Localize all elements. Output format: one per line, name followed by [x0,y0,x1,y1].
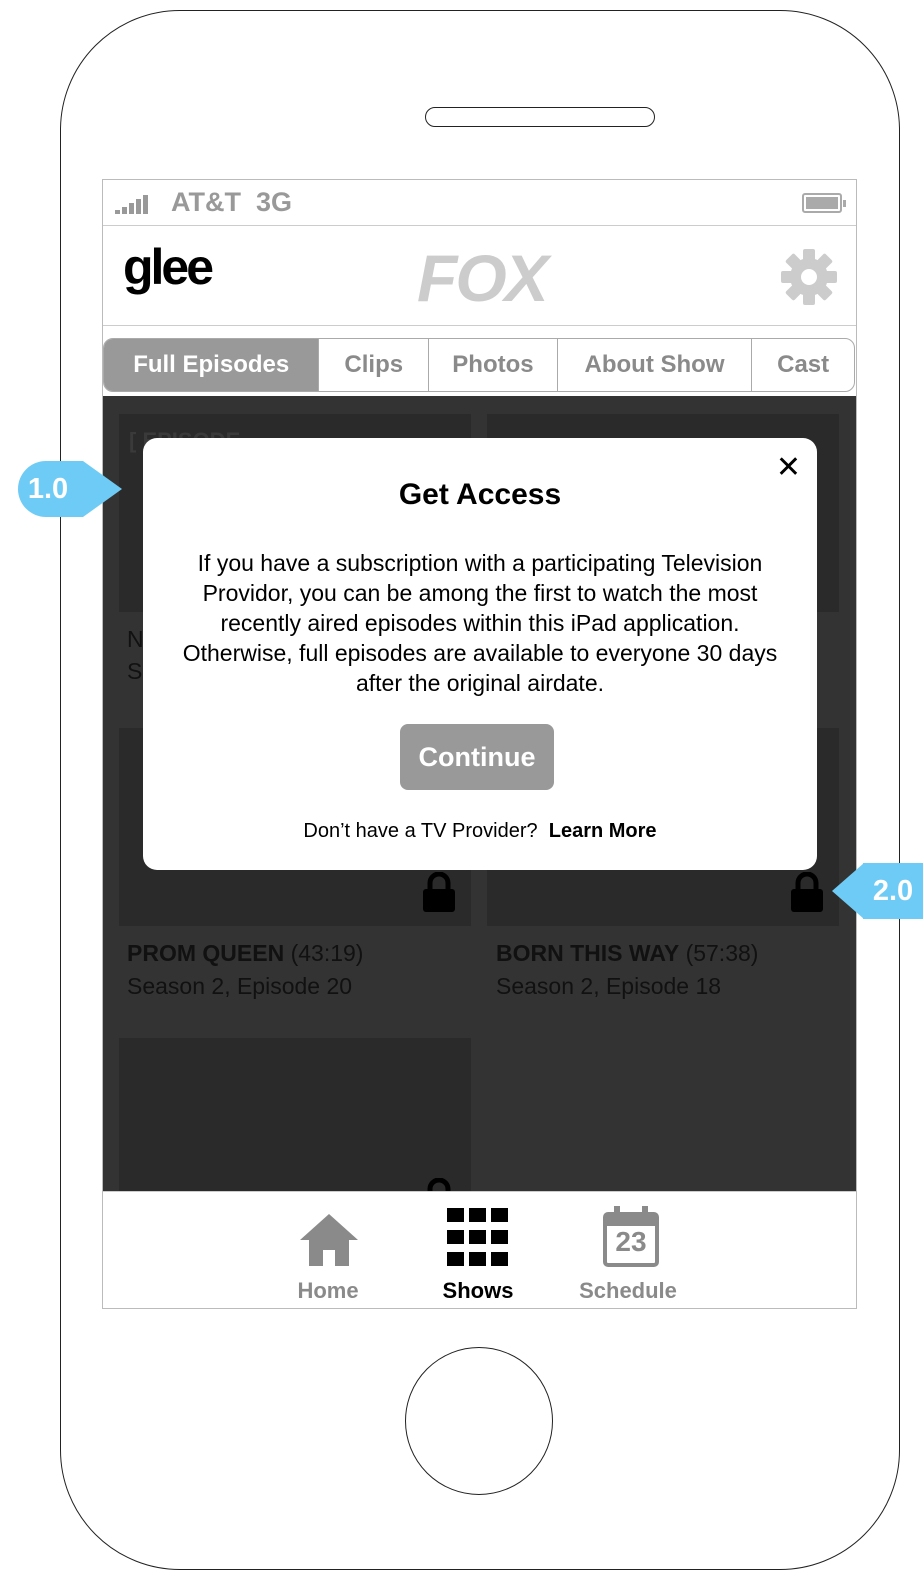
continue-button[interactable]: Continue [400,724,554,790]
get-access-modal: ✕ Get Access If you have a subscription … [143,438,817,870]
footer-prompt: Don’t have a TV Provider? [303,820,538,842]
signal-icon [115,194,148,214]
nav-schedule-label: Schedule [579,1278,677,1303]
show-logo: glee [123,239,214,295]
phone-home-button[interactable] [405,1347,553,1495]
callout-badge: 2.0 [863,863,923,919]
tab-cast[interactable]: Cast [752,339,854,391]
app-header: glee FOX [103,226,856,326]
nav-home-label: Home [297,1278,359,1303]
network-logo: FOX [417,241,549,315]
lock-icon [423,872,455,912]
bottom-tab-bar: Home Shows 23 Schedule [103,1191,856,1308]
modal-footer: Don’t have a TV Provider? Learn More [143,820,817,843]
gear-icon[interactable] [780,248,838,306]
modal-title: Get Access [398,478,562,511]
carrier-label: AT&T 3G [171,187,293,217]
annotation-callout-1: 1.0 [18,461,122,517]
status-bar: AT&T 3G [103,180,856,226]
callout-arrow-icon [832,863,864,919]
tab-about-show[interactable]: About Show [558,339,753,391]
annotation-callout-2: 2.0 [832,863,923,919]
learn-more-link[interactable]: Learn More [549,820,657,842]
nav-shows-label: Shows [442,1278,514,1303]
calendar-icon: 23 [602,1206,660,1268]
home-icon [300,1214,358,1266]
calendar-day: 23 [615,1226,647,1257]
modal-body-text: If you have a subscription with a partic… [182,550,778,696]
lock-icon [791,872,823,912]
battery-icon [802,193,846,213]
episode-title[interactable]: BORN THIS WAY (57:38) [496,940,758,967]
section-tabs: Full Episodes Clips Photos About Show Ca… [103,338,855,392]
tab-clips[interactable]: Clips [319,339,430,391]
episode-thumbnail[interactable] [119,1038,471,1191]
tab-full-episodes[interactable]: Full Episodes [104,339,320,391]
grid-icon [447,1208,508,1266]
tab-photos[interactable]: Photos [429,339,558,391]
callout-badge: 1.0 [18,461,78,517]
episode-subtitle-partial: S [127,658,143,684]
episode-title-partial: N [127,626,144,652]
episode-subtitle: Season 2, Episode 20 [127,973,353,999]
episode-title[interactable]: PROM QUEEN (43:19) [127,940,363,967]
episode-subtitle: Season 2, Episode 18 [496,973,722,999]
callout-arrow-icon [77,461,122,517]
phone-speaker [425,107,655,127]
lock-icon [427,1178,451,1191]
